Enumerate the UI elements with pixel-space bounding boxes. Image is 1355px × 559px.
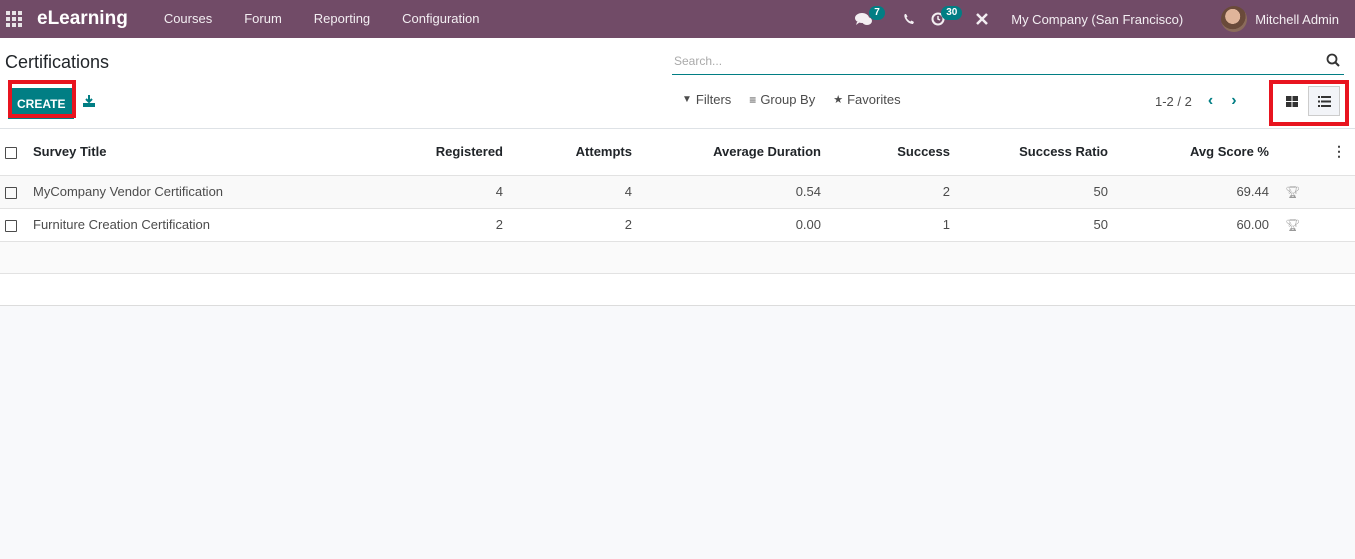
search-options: ▼ Filters ≡ Group By ★ Favorites: [682, 92, 919, 107]
col-average-duration[interactable]: Average Duration: [632, 129, 821, 175]
activities-menu[interactable]: 30: [925, 0, 971, 38]
cell-registered: 4: [373, 174, 503, 208]
menu-configuration[interactable]: Configuration: [386, 0, 495, 38]
menu-reporting[interactable]: Reporting: [298, 0, 386, 38]
search-bar: [672, 50, 1344, 75]
star-icon: ★: [833, 94, 844, 106]
optional-columns-cell: ⋮: [1269, 129, 1355, 175]
cell-avg-score: 60.00: [1108, 207, 1269, 241]
col-survey-title[interactable]: Survey Title: [33, 129, 373, 175]
view-switcher: [1276, 86, 1340, 116]
select-all-cell: [0, 129, 33, 175]
row-checkbox[interactable]: [5, 219, 17, 232]
cell-success: 2: [821, 174, 950, 208]
app-name[interactable]: eLearning: [37, 8, 128, 30]
certifications-table: Survey Title Registered Attempts Average…: [0, 129, 1355, 305]
col-success[interactable]: Success: [821, 129, 950, 175]
search-input[interactable]: [672, 50, 1312, 72]
col-avg-score[interactable]: Avg Score %: [1108, 129, 1269, 175]
filters-label: Filters: [695, 92, 732, 107]
kanban-view-button[interactable]: [1276, 86, 1308, 116]
filters-button[interactable]: ▼ Filters: [682, 92, 731, 107]
favorites-button[interactable]: ★ Favorites: [833, 92, 900, 107]
cell-registered: 2: [373, 207, 503, 241]
page-title: Certifications: [5, 52, 110, 72]
cell-avg-duration: 0.54: [632, 174, 821, 208]
table-header-row: Survey Title Registered Attempts Average…: [0, 129, 1355, 175]
menu-forum[interactable]: Forum: [228, 0, 298, 38]
select-all-checkbox[interactable]: [5, 146, 17, 159]
kanban-icon: [1286, 95, 1298, 107]
create-button[interactable]: CREATE: [8, 88, 75, 119]
col-success-ratio[interactable]: Success Ratio: [950, 129, 1108, 175]
phone-icon: [904, 14, 915, 24]
trophy-icon: 🏆︎: [1285, 185, 1301, 199]
more-options-icon[interactable]: ⋮: [1332, 143, 1346, 159]
bars-icon: ≡: [749, 92, 757, 107]
apps-menu-icon[interactable]: [5, 10, 23, 28]
pager-previous-icon[interactable]: ‹: [1208, 92, 1213, 110]
debug-tools-button[interactable]: [971, 0, 993, 38]
tools-icon: [976, 13, 989, 25]
cell-attempts: 4: [503, 174, 632, 208]
control-panel: Certifications CREATE ▼ Filters ≡ Group …: [0, 38, 1355, 129]
groupby-button[interactable]: ≡ Group By: [749, 92, 815, 107]
user-name: Mitchell Admin: [1255, 11, 1339, 27]
empty-row: [0, 240, 1355, 273]
cell-attempts: 2: [503, 207, 632, 241]
filter-icon: ▼: [682, 94, 692, 105]
pager: 1-2 / 2 ‹ ›: [1155, 92, 1237, 110]
company-switcher[interactable]: My Company (San Francisco): [1011, 12, 1183, 27]
download-icon[interactable]: [82, 94, 96, 108]
search-icon[interactable]: [1326, 53, 1340, 67]
trophy-icon: 🏆︎: [1285, 218, 1301, 232]
favorites-label: Favorites: [847, 92, 901, 107]
groupby-label: Group By: [760, 92, 816, 107]
messaging-menu[interactable]: 7: [849, 0, 893, 38]
cell-success-ratio: 50: [950, 174, 1108, 208]
cell-title: MyCompany Vendor Certification: [33, 174, 373, 208]
pager-value[interactable]: 1-2 / 2: [1155, 94, 1192, 109]
table-row[interactable]: MyCompany Vendor Certification 4 4 0.54 …: [0, 174, 1355, 208]
cell-success-ratio: 50: [950, 207, 1108, 241]
menu-courses[interactable]: Courses: [148, 0, 228, 38]
cell-success: 1: [821, 207, 950, 241]
empty-row: [0, 272, 1355, 305]
list-view-button[interactable]: [1308, 86, 1340, 116]
main-menu: Courses Forum Reporting Configuration: [148, 0, 496, 38]
pager-next-icon[interactable]: ›: [1231, 92, 1236, 110]
user-menu[interactable]: Mitchell Admin: [1221, 6, 1339, 32]
messages-badge: 7: [869, 6, 885, 20]
avatar: [1221, 6, 1248, 32]
table-row[interactable]: Furniture Creation Certification 2 2 0.0…: [0, 207, 1355, 241]
row-checkbox[interactable]: [5, 186, 17, 199]
cell-avg-score: 69.44: [1108, 174, 1269, 208]
top-navbar: eLearning Courses Forum Reporting Config…: [0, 0, 1355, 38]
systray: 7 30 My Company (San Francisco) Mitchell…: [849, 0, 1355, 38]
activities-badge: 30: [941, 6, 963, 20]
cell-title: Furniture Creation Certification: [33, 207, 373, 241]
list-icon: [1317, 95, 1331, 107]
voip-button[interactable]: [893, 0, 925, 38]
cell-avg-duration: 0.00: [632, 207, 821, 241]
table-bottom-border: [0, 305, 1355, 306]
col-attempts[interactable]: Attempts: [503, 129, 632, 175]
col-registered[interactable]: Registered: [373, 129, 503, 175]
